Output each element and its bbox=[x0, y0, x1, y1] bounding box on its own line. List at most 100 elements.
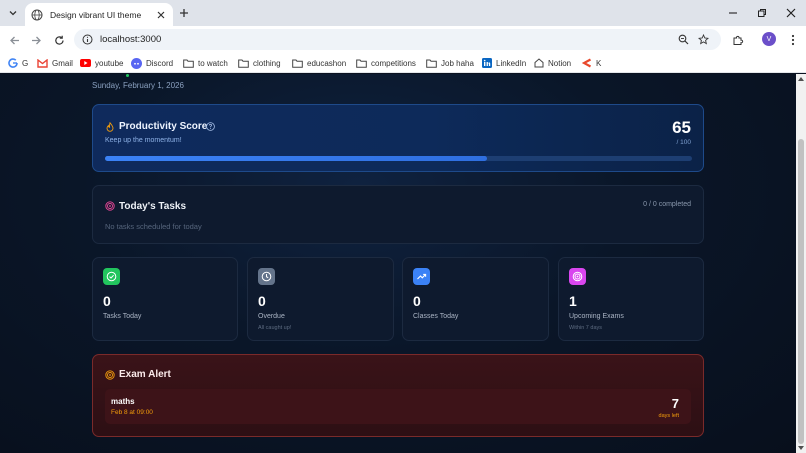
scroll-down-arrow[interactable] bbox=[798, 446, 804, 450]
browser-toolbar: localhost:3000 V bbox=[0, 26, 806, 53]
browser-menu-button[interactable] bbox=[785, 32, 801, 48]
page-scrollbar[interactable] bbox=[796, 74, 806, 453]
plus-icon bbox=[180, 9, 188, 17]
exam-alert-card: Exam Alert maths Feb 8 at 09:00 7 days l… bbox=[92, 354, 704, 437]
clock-icon bbox=[261, 271, 272, 282]
discord-icon bbox=[131, 57, 142, 69]
bookmark-label: LinkedIn bbox=[496, 58, 527, 68]
status-dot bbox=[126, 74, 129, 77]
tab-close-button[interactable] bbox=[155, 9, 167, 21]
stat-icon-box bbox=[258, 268, 275, 285]
browser-tab[interactable]: Design vibrant UI theme bbox=[25, 3, 173, 26]
bookmark-label: Discord bbox=[146, 58, 174, 68]
scroll-up-arrow[interactable] bbox=[798, 77, 804, 81]
bookmark-item[interactable]: to watch bbox=[183, 57, 228, 69]
productivity-progress-fill bbox=[105, 156, 487, 161]
tasks-title: Today's Tasks bbox=[119, 201, 187, 212]
page-viewport: Sunday, February 1, 2026 Productivity Sc… bbox=[0, 74, 796, 453]
stat-card-classes-today[interactable]: 0 Classes Today bbox=[402, 257, 549, 341]
arrow-right-icon bbox=[31, 36, 41, 44]
productivity-score: 65 bbox=[672, 118, 691, 137]
productivity-max: / 100 bbox=[676, 139, 691, 146]
globe-icon bbox=[31, 9, 43, 20]
exam-days-count: 7 bbox=[671, 396, 679, 411]
folder-icon bbox=[356, 59, 367, 68]
tab-search-button[interactable] bbox=[5, 5, 21, 21]
forward-button[interactable] bbox=[28, 32, 44, 48]
scroll-thumb[interactable] bbox=[798, 139, 804, 444]
exam-days-label: days left bbox=[658, 413, 679, 419]
address-bar[interactable]: localhost:3000 bbox=[74, 29, 721, 50]
profile-avatar[interactable]: V bbox=[762, 32, 776, 46]
new-tab-button[interactable] bbox=[177, 6, 191, 20]
stat-sublabel: All caught up! bbox=[258, 325, 292, 331]
bookmark-label: competitions bbox=[371, 58, 416, 68]
bookmark-label: to watch bbox=[198, 58, 228, 68]
gmail-icon bbox=[37, 58, 48, 68]
stat-value: 0 bbox=[258, 293, 266, 309]
reload-icon bbox=[54, 35, 64, 45]
url-text: localhost:3000 bbox=[100, 34, 162, 45]
more-vert-icon bbox=[791, 34, 795, 46]
stat-card-overdue[interactable]: 0 Overdue All caught up! bbox=[247, 257, 394, 341]
extensions-button[interactable] bbox=[730, 32, 746, 48]
exam-datetime: Feb 8 at 09:00 bbox=[111, 409, 153, 416]
restore-button[interactable] bbox=[754, 5, 770, 21]
exam-item[interactable]: maths Feb 8 at 09:00 7 days left bbox=[105, 389, 691, 424]
bookmark-label: youtube bbox=[95, 58, 124, 68]
close-icon bbox=[786, 8, 796, 18]
stat-icon-box bbox=[103, 268, 120, 285]
bookmark-item[interactable]: educashon bbox=[292, 57, 346, 69]
close-icon bbox=[157, 11, 165, 18]
site-info-icon[interactable] bbox=[82, 34, 93, 45]
chevron-down-icon bbox=[9, 11, 17, 16]
bookmark-item[interactable]: LinkedIn bbox=[482, 57, 526, 69]
productivity-card: Productivity Score Keep up the momentum!… bbox=[92, 104, 704, 172]
folder-icon bbox=[238, 59, 249, 68]
folder-icon bbox=[183, 59, 194, 68]
bookmark-item[interactable]: K bbox=[582, 57, 601, 69]
star-icon bbox=[697, 33, 709, 45]
bookmark-label: Notion bbox=[548, 58, 572, 68]
google-icon bbox=[8, 58, 18, 68]
stat-value: 0 bbox=[413, 293, 421, 309]
bookmark-item[interactable]: clothing bbox=[238, 57, 281, 69]
productivity-progress-bar bbox=[105, 156, 692, 161]
bookmark-item[interactable]: competitions bbox=[356, 57, 416, 69]
bookmark-star-button[interactable] bbox=[696, 32, 710, 46]
productivity-title: Productivity Score bbox=[119, 121, 208, 132]
bookmark-item[interactable]: Gmail bbox=[37, 57, 73, 69]
minimize-button[interactable] bbox=[725, 5, 741, 21]
bookmark-item[interactable]: youtube bbox=[80, 57, 123, 69]
stat-label: Tasks Today bbox=[103, 313, 142, 320]
exam-subject: maths bbox=[111, 397, 135, 406]
stat-icon-box bbox=[413, 268, 430, 285]
exam-alert-title: Exam Alert bbox=[119, 369, 171, 380]
bookmark-item[interactable]: Discord bbox=[131, 57, 173, 69]
stat-label: Classes Today bbox=[413, 313, 459, 320]
zoom-button[interactable] bbox=[676, 32, 690, 46]
bookmark-item[interactable]: Job haha bbox=[426, 57, 474, 69]
stat-card-upcoming-exams[interactable]: 1 Upcoming Exams Within 7 days bbox=[558, 257, 704, 341]
tasks-completed-count: 0 / 0 completed bbox=[643, 201, 691, 208]
trending-up-icon bbox=[417, 273, 427, 280]
target-icon bbox=[105, 201, 115, 211]
stat-label: Upcoming Exams bbox=[569, 313, 624, 320]
stat-sublabel: Within 7 days bbox=[569, 325, 603, 331]
bookmark-label: K bbox=[596, 58, 602, 68]
back-button[interactable] bbox=[6, 32, 22, 48]
bookmark-item[interactable]: Notion bbox=[534, 57, 571, 69]
puzzle-icon bbox=[733, 35, 744, 45]
youtube-icon bbox=[80, 59, 91, 67]
help-icon[interactable] bbox=[206, 122, 215, 131]
close-window-button[interactable] bbox=[783, 5, 799, 21]
stat-value: 1 bbox=[569, 293, 577, 309]
stat-value: 0 bbox=[103, 293, 111, 309]
reload-button[interactable] bbox=[51, 32, 67, 48]
bookmarks-bar: G Gmail youtube Discord to watch clothin… bbox=[0, 53, 806, 73]
bookmark-item[interactable]: G bbox=[8, 57, 28, 69]
current-date: Sunday, February 1, 2026 bbox=[92, 81, 184, 90]
notion-icon bbox=[534, 58, 544, 68]
stat-card-tasks-today[interactable]: 0 Tasks Today bbox=[92, 257, 238, 341]
minimize-icon bbox=[729, 12, 737, 14]
